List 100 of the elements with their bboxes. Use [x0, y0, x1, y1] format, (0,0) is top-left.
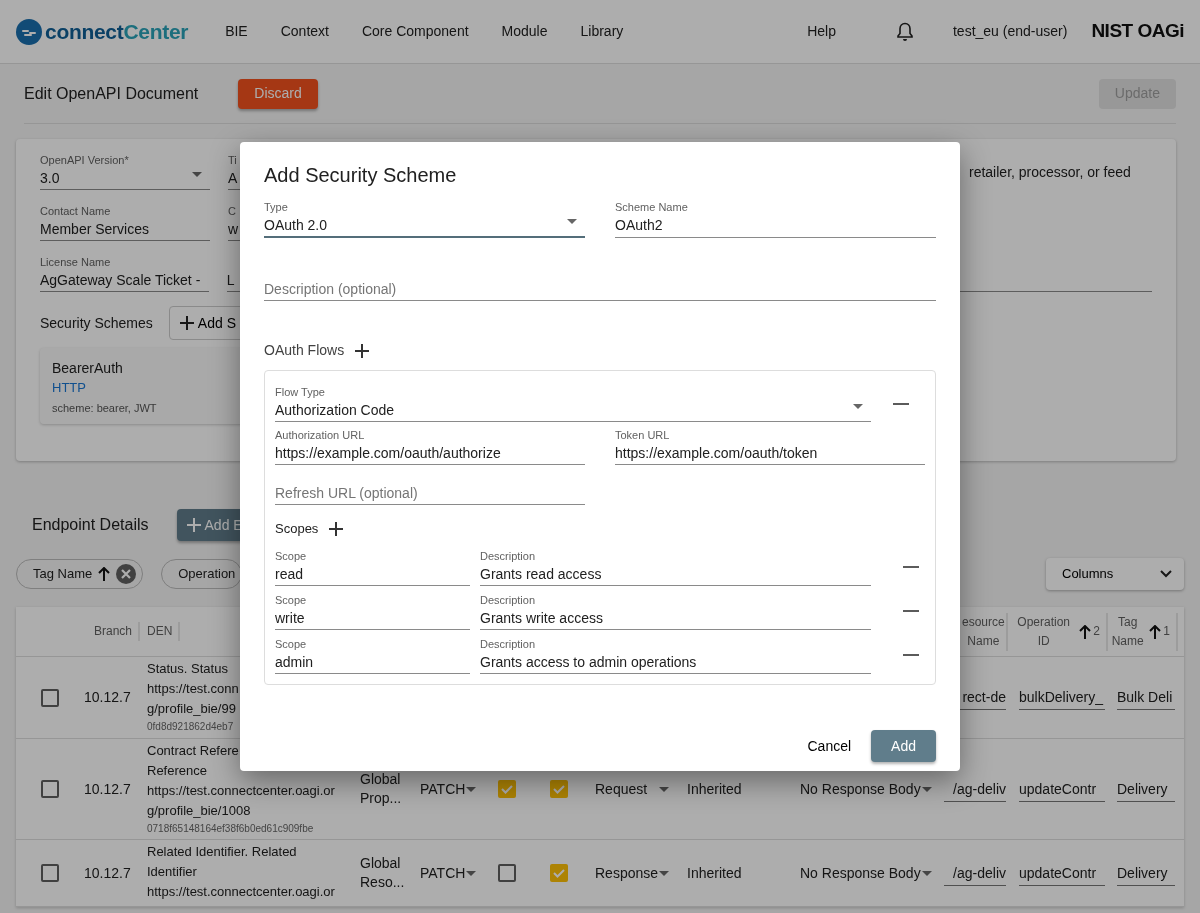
plus-icon [179, 316, 194, 330]
logo-icon [16, 18, 42, 45]
add-button[interactable]: Add [871, 730, 936, 762]
cancel-button[interactable]: Cancel [797, 730, 862, 762]
scope-field[interactable]: Scope admin [275, 636, 470, 674]
scheme-type: HTTP [52, 379, 87, 397]
caret-icon [921, 870, 932, 876]
den-id: 0718f65148164ef38f6b0ed61c909fbe [147, 822, 315, 836]
method-select[interactable]: PATCH [420, 779, 477, 799]
resource-name-field[interactable]: /ag-deliv [944, 776, 1006, 802]
den-text: Contract Refere [147, 742, 240, 760]
dialog-title: Add Security Scheme [264, 163, 458, 188]
section-title: Endpoint Details [32, 515, 149, 535]
den-id: 0fd8d921862d4eb7 [147, 720, 235, 734]
caret-icon [921, 786, 932, 792]
tag-name-field[interactable]: Bulk Deli [1117, 685, 1175, 710]
scope-description-field[interactable]: Description Grants read access [480, 548, 871, 586]
scope-field[interactable]: Scope read [275, 548, 470, 586]
chevron-down-icon [1160, 570, 1172, 578]
table-cell: Inherited [687, 779, 742, 799]
help-link[interactable]: Help [807, 21, 836, 42]
scheme-details: scheme: bearer, JWT [52, 401, 158, 416]
chip-label: Tag Name [33, 565, 93, 584]
add-flow-icon[interactable] [354, 342, 371, 359]
bell-icon[interactable] [895, 21, 914, 42]
caret-icon [567, 219, 577, 224]
token-url-field[interactable]: Token URL https://example.com/oauth/token [615, 428, 925, 465]
tag-name-field[interactable]: Delivery [1117, 860, 1175, 886]
check-icon [552, 782, 566, 796]
check-icon [500, 782, 514, 796]
page-title: Edit OpenAPI Document [24, 83, 199, 104]
den-text: g/profile_bie/1008 [147, 802, 252, 820]
column-header[interactable]: Branch [93, 622, 132, 641]
table-cell: 10.12.7 [84, 688, 131, 707]
text-field[interactable]: Contact Name Member Services [40, 204, 210, 241]
tag-name-field[interactable]: Delivery [1117, 776, 1175, 802]
den-text: Reference [147, 762, 208, 780]
columns-dropdown[interactable]: Columns [1046, 558, 1184, 590]
text-field[interactable]: License Name AgGateway Scale Ticket - [40, 255, 209, 292]
description-field[interactable]: Description (optional) [264, 268, 936, 301]
scope-description-field[interactable]: Description Grants access to admin operations [480, 636, 871, 674]
remove-flow-icon[interactable] [893, 402, 909, 405]
select-field[interactable]: OpenAPI Version* 3.0 [40, 153, 210, 190]
caret-icon [659, 786, 670, 792]
operation-id-field[interactable]: updateContr [1019, 776, 1105, 802]
caret-icon [466, 870, 477, 876]
nav-link[interactable]: Library [580, 21, 624, 42]
den-text: https://test.connectcenter.oagi.or [147, 782, 335, 800]
den-text: g/profile_bie/99 [147, 700, 237, 718]
nav-link[interactable]: Core Component [361, 21, 469, 42]
column-header[interactable]: Tag Name [1108, 612, 1148, 651]
column-header[interactable]: esource Name [962, 612, 1005, 651]
den-text: Status. Status [147, 660, 229, 678]
resource-name-field[interactable]: /ag-deliv [944, 860, 1006, 886]
chip-label: Operation [178, 565, 236, 584]
caret-icon [192, 172, 202, 177]
table-cell-text: Global Reso... [360, 854, 406, 892]
den-text: Identifier [147, 863, 198, 881]
nav-link[interactable]: BIE [225, 21, 248, 42]
scope-description-field[interactable]: Description Grants write access [480, 592, 871, 630]
check-icon [552, 866, 566, 880]
type-select[interactable]: Type OAuth 2.0 [264, 200, 585, 238]
row-checkbox[interactable] [41, 780, 59, 798]
flow-type-select[interactable]: Flow Type Authorization Code [275, 385, 871, 422]
user-menu[interactable]: test_eu (end-user) [952, 21, 1068, 42]
table-cell: Inherited [687, 863, 742, 883]
sort-order: 1 [1163, 623, 1170, 640]
operation-id-field[interactable]: bulkDelivery_ [1019, 685, 1105, 710]
operation-id-field[interactable]: updateContr [1019, 860, 1105, 886]
section-label: Scopes [275, 520, 319, 538]
scheme-name: BearerAuth [52, 359, 124, 378]
description-text: retailer, processor, or feed [969, 163, 1131, 182]
table-cell: 10.12.7 [84, 863, 131, 883]
add-scope-icon[interactable] [328, 520, 345, 537]
nav-link[interactable]: Context [280, 21, 329, 42]
flag-checkbox[interactable] [498, 864, 516, 882]
org-logo-text: NIST OAGi [1091, 19, 1184, 44]
caret-icon [659, 870, 670, 876]
plus-icon [186, 518, 201, 532]
method-select[interactable]: PATCH [420, 863, 477, 883]
scope-field[interactable]: Scope write [275, 592, 470, 630]
scheme-name-field[interactable]: Scheme Name OAuth2 [615, 200, 936, 238]
brand-logo-text: connectCenter [45, 18, 189, 45]
row-checkbox[interactable] [41, 864, 59, 882]
den-text: https://test.connectcenter.oagi.or [147, 883, 335, 901]
remove-icon[interactable] [116, 564, 137, 584]
authorization-url-field[interactable]: Authorization URL https://example.com/oauth/authorize [275, 428, 585, 465]
sort-order: 2 [1093, 623, 1100, 640]
refresh-url-field[interactable]: Refresh URL (optional) [275, 465, 585, 505]
column-header[interactable]: DEN [147, 622, 173, 641]
den-text: https://test.conn [147, 680, 239, 698]
column-header[interactable]: Operation ID [1010, 612, 1078, 651]
caret-icon [853, 404, 863, 409]
nav-link[interactable]: Module [501, 21, 548, 42]
table-cell: 10.12.7 [84, 779, 131, 799]
table-cell-text: Global Prop... [360, 770, 403, 808]
row-checkbox[interactable] [41, 688, 59, 707]
den-text: Related Identifier. Related [147, 843, 298, 861]
caret-icon [466, 786, 477, 792]
section-label: Security Schemes [40, 313, 153, 333]
